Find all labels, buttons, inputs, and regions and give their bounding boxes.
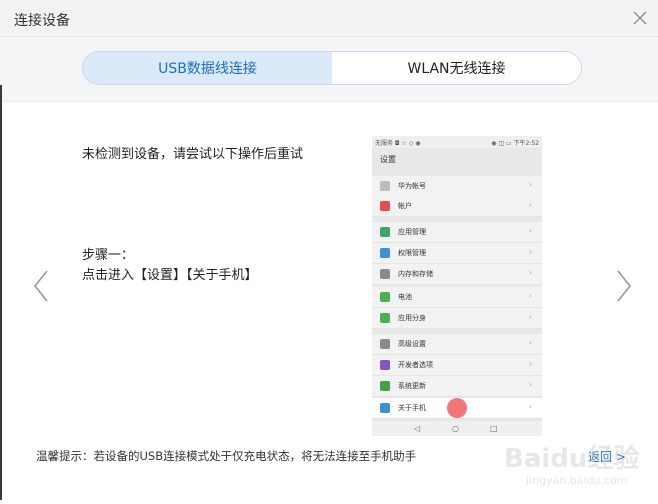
phone-settings-item-icon: [380, 381, 390, 391]
phone-settings-item: 开发者选项 ›: [372, 355, 542, 376]
phone-settings-item: 应用分身 ›: [372, 308, 542, 329]
step-instruction: 点击进入【设置】【关于手机】: [82, 268, 258, 283]
phone-nav-bar: ◁ ○ □: [372, 421, 542, 436]
phone-screenshot: 无服务 ◘ ☆ ◇ ◉ ◉ ◫ ▭ 下午2:52 设置 华为帐号 › 帐户 › 应用管理…: [372, 136, 542, 436]
phone-settings-item-label: 应用分身: [398, 314, 426, 322]
phone-settings-item: 电池 ›: [372, 287, 542, 308]
phone-settings-item-icon: [380, 201, 390, 211]
close-icon[interactable]: [630, 8, 650, 28]
chevron-right-icon: ›: [528, 268, 532, 277]
dialog-title: 连接设备: [14, 13, 70, 29]
phone-settings-item-label: 开发者选项: [398, 361, 433, 369]
phone-status-bar: 无服务 ◘ ☆ ◇ ◉ ◉ ◫ ▭ 下午2:52: [372, 136, 542, 148]
phone-home-icon: ○: [452, 424, 459, 433]
window-edge: [0, 85, 2, 500]
phone-settings-item-label: 高级设置: [398, 340, 426, 348]
phone-settings-item-icon: [380, 269, 390, 279]
phone-settings-item-label: 华为帐号: [398, 182, 426, 190]
watermark-brand: Baidu经验: [504, 444, 640, 474]
phone-settings-item-icon: [380, 403, 390, 413]
chevron-right-icon: ›: [528, 359, 532, 368]
phone-settings-item-label: 系统更新: [398, 382, 426, 390]
usb-mode-tip: 温馨提示：若设备的USB连接模式处于仅充电状态，将无法连接至手机助手: [36, 449, 417, 463]
step-title: 步骤一：: [82, 248, 135, 263]
connect-device-dialog: 连接设备 USB数据线连接 WLAN无线连接 未检测到设备，请尝试以下操作后重试…: [0, 0, 658, 504]
phone-settings-item-icon: [380, 248, 390, 258]
chevron-right-icon: ›: [528, 180, 532, 189]
chevron-right-icon: ›: [528, 200, 532, 209]
next-step-chevron-right-icon[interactable]: [613, 268, 635, 304]
dialog-titlebar: 连接设备: [0, 0, 658, 37]
phone-settings-item: 权限管理 ›: [372, 243, 542, 264]
phone-settings-item-label: 电池: [398, 293, 412, 301]
chevron-right-icon: ›: [528, 247, 532, 256]
phone-settings-item: 应用管理 ›: [372, 222, 542, 243]
tap-indicator: [447, 398, 467, 418]
chevron-right-icon: ›: [528, 291, 532, 300]
phone-settings-item-icon: [380, 360, 390, 370]
phone-settings-item-icon: [380, 339, 390, 349]
baidu-watermark: Baidu经验 jingyan.baidu.com: [504, 438, 654, 498]
phone-settings-item: 帐户 ›: [372, 196, 542, 217]
phone-settings-item-label: 应用管理: [398, 228, 426, 236]
tab-wlan[interactable]: WLAN无线连接: [332, 52, 581, 84]
phone-settings-item-icon: [380, 313, 390, 323]
phone-settings-item-label: 内存和存储: [398, 270, 433, 278]
connection-tabs-band: USB数据线连接 WLAN无线连接: [0, 37, 658, 102]
chevron-right-icon: ›: [528, 338, 532, 347]
phone-settings-item: 系统更新 ›: [372, 376, 542, 397]
not-detected-message: 未检测到设备，请尝试以下操作后重试: [82, 147, 304, 162]
phone-settings-item-label: 帐户: [398, 202, 412, 210]
phone-settings-item-icon: [380, 181, 390, 191]
previous-step-chevron-left-icon[interactable]: [30, 268, 52, 304]
phone-status-right: ◉ ◫ ▭ 下午2:52: [491, 140, 539, 147]
phone-settings-title: 设置: [380, 155, 396, 164]
phone-settings-item-label: 权限管理: [398, 249, 426, 257]
watermark-url: jingyan.baidu.com: [526, 474, 628, 487]
phone-settings-item-icon: [380, 227, 390, 237]
phone-settings-item-label: 关于手机: [398, 404, 426, 412]
phone-back-icon: ◁: [414, 424, 421, 433]
chevron-right-icon: ›: [528, 226, 532, 235]
phone-settings-item: 华为帐号 ›: [372, 176, 542, 197]
chevron-right-icon: ›: [528, 312, 532, 321]
connection-tabs: USB数据线连接 WLAN无线连接: [82, 51, 582, 85]
chevron-right-icon: ›: [528, 402, 532, 411]
phone-settings-item: 内存和存储 ›: [372, 264, 542, 285]
phone-settings-item-icon: [380, 292, 390, 302]
tab-usb[interactable]: USB数据线连接: [83, 52, 332, 84]
phone-settings-item: 高级设置 ›: [372, 334, 542, 355]
chevron-right-icon: ›: [528, 380, 532, 389]
phone-status-left: 无服务 ◘ ☆ ◇ ◉: [375, 140, 421, 147]
phone-recent-icon: □: [490, 424, 498, 433]
